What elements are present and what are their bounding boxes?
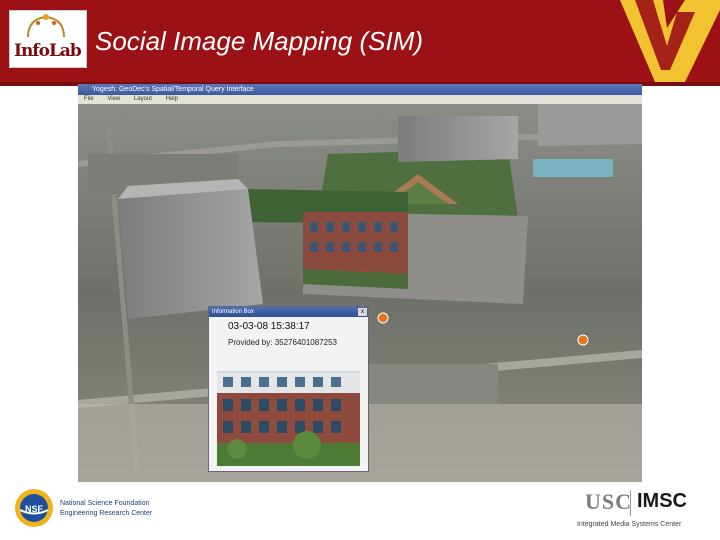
information-box: Information Box x 03-03-08 15:38:17 Prov…	[208, 306, 369, 472]
usc-logo-text: USC	[585, 489, 633, 514]
window-title: Yogesh: GeoDec's Spatial/Temporal Query …	[92, 86, 254, 93]
nsf-line-1: National Science Foundation	[60, 500, 150, 507]
menu-view[interactable]: View	[107, 96, 120, 102]
window-menubar: File View Layout Help	[78, 95, 642, 104]
photo-marker[interactable]	[577, 334, 589, 346]
window-titlebar: Yogesh: GeoDec's Spatial/Temporal Query …	[78, 84, 642, 95]
building-photo	[217, 371, 360, 466]
photo-marker[interactable]	[377, 312, 389, 324]
menu-file[interactable]: File	[84, 96, 94, 102]
pool	[533, 159, 613, 177]
building	[538, 104, 642, 146]
infolab-logo: InfoLab	[9, 10, 87, 68]
nsf-caption: National Science Foundation Engineering …	[60, 499, 152, 519]
menu-help[interactable]: Help	[166, 96, 178, 102]
nsf-line-2: Engineering Research Center	[60, 510, 153, 517]
photo-provider: Provided by: 35276401087253	[228, 338, 337, 347]
building	[398, 116, 518, 162]
usc-v-logo-icon	[620, 0, 720, 82]
close-icon[interactable]: x	[358, 308, 367, 316]
infolab-logo-text: InfoLab	[14, 41, 82, 61]
nsf-logo-icon: NSF	[15, 489, 53, 527]
building	[118, 189, 263, 319]
nsf-logo-text: NSF	[25, 504, 44, 514]
info-box-titlebar: Information Box x	[209, 307, 368, 317]
geodec-screenshot: Yogesh: GeoDec's Spatial/Temporal Query …	[78, 84, 642, 482]
slide-title: Social Image Mapping (SIM)	[95, 26, 424, 56]
imsc-subtitle: Integrated Media Systems Center	[577, 521, 682, 528]
photo-datetime: 03-03-08 15:38:17	[228, 321, 310, 332]
info-box-title: Information Box	[212, 309, 255, 315]
imsc-logo-text: IMSC	[637, 490, 687, 512]
menu-layout[interactable]: Layout	[134, 96, 152, 102]
footer-divider	[630, 490, 631, 516]
